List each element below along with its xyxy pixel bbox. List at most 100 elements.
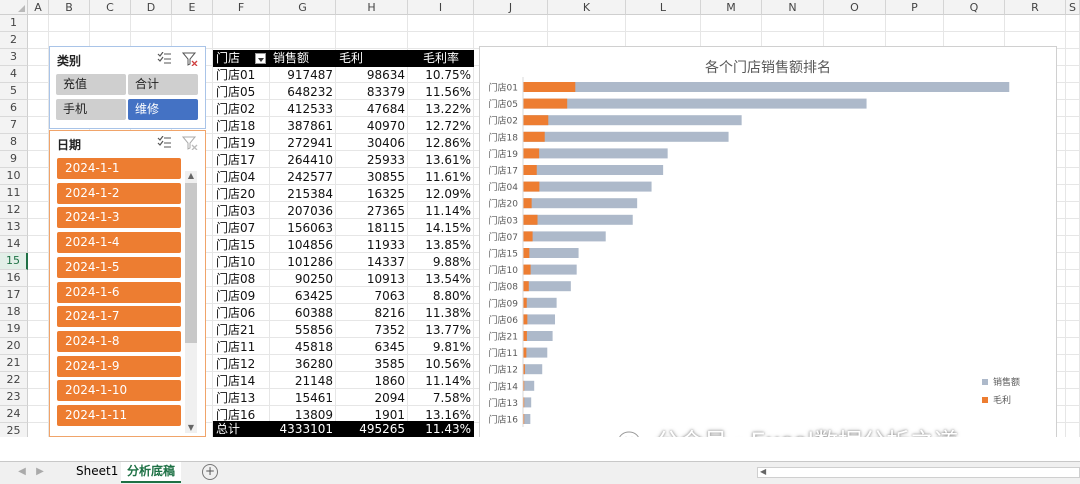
row-header-13[interactable]: 13 (0, 219, 28, 236)
pivot-cell-sales[interactable]: 272941 (270, 135, 336, 152)
pivot-cell-sales[interactable]: 648232 (270, 84, 336, 101)
row-header-24[interactable]: 24 (0, 406, 28, 423)
date-item-3[interactable]: 2024-1-4 (57, 232, 181, 253)
pivot-cell-sales[interactable]: 45818 (270, 339, 336, 356)
row-header-5[interactable]: 5 (0, 83, 28, 100)
scroll-down-icon[interactable]: ▼ (185, 423, 197, 433)
row-header-23[interactable]: 23 (0, 389, 28, 406)
pivot-cell-profit[interactable]: 98634 (336, 67, 408, 84)
column-header-g[interactable]: G (270, 0, 336, 15)
pivot-cell-sales[interactable]: 215384 (270, 186, 336, 203)
worksheet[interactable]: ABCDEFGHIJKLMNOPQRS 12345678910111213141… (0, 0, 1080, 437)
row-header-8[interactable]: 8 (0, 134, 28, 151)
pivot-cell-sales[interactable]: 101286 (270, 254, 336, 271)
pivot-cell-store[interactable]: 门店17 (213, 152, 270, 169)
pivot-cell-store[interactable]: 门店04 (213, 169, 270, 186)
date-item-4[interactable]: 2024-1-5 (57, 257, 181, 278)
row-header-14[interactable]: 14 (0, 236, 28, 253)
pivot-cell-sales[interactable]: 63425 (270, 288, 336, 305)
pivot-total-label[interactable]: 总计 (213, 421, 270, 437)
next-sheet-icon[interactable]: ▶ (34, 466, 46, 478)
pivot-cell-store[interactable]: 门店02 (213, 101, 270, 118)
date-item-10[interactable]: 2024-1-11 (57, 405, 181, 426)
pivot-cell-sales[interactable]: 36280 (270, 356, 336, 373)
multi-select-icon[interactable] (157, 52, 171, 67)
row-header-15[interactable]: 15 (0, 253, 28, 270)
pivot-cell-margin[interactable]: 8.80% (408, 288, 474, 305)
sales-ranking-chart[interactable]: 各个门店销售额排名门店01门店05门店02门店18门店19门店17门店04门店2… (479, 46, 1057, 437)
pivot-cell-margin[interactable]: 10.56% (408, 356, 474, 373)
row-header-1[interactable]: 1 (0, 15, 28, 32)
category-item-0[interactable]: 充值 (56, 74, 126, 95)
date-item-5[interactable]: 2024-1-6 (57, 282, 181, 303)
pivot-cell-profit[interactable]: 7352 (336, 322, 408, 339)
row-header-18[interactable]: 18 (0, 304, 28, 321)
sheet-tab-1[interactable]: 分析底稿 (121, 462, 181, 483)
pivot-cell-store[interactable]: 门店01 (213, 67, 270, 84)
row-header-6[interactable]: 6 (0, 100, 28, 117)
pivot-cell-store[interactable]: 门店19 (213, 135, 270, 152)
pivot-cell-profit[interactable]: 27365 (336, 203, 408, 220)
clear-filter-icon[interactable] (182, 135, 198, 149)
scroll-up-icon[interactable]: ▲ (185, 171, 197, 181)
row-header-7[interactable]: 7 (0, 117, 28, 134)
pivot-cell-margin[interactable]: 13.22% (408, 101, 474, 118)
pivot-header-store[interactable]: 门店 (213, 50, 270, 67)
pivot-cell-sales[interactable]: 90250 (270, 271, 336, 288)
pivot-cell-profit[interactable]: 3585 (336, 356, 408, 373)
pivot-cell-store[interactable]: 门店08 (213, 271, 270, 288)
pivot-cell-store[interactable]: 门店13 (213, 390, 270, 407)
row-header-4[interactable]: 4 (0, 66, 28, 83)
pivot-cell-profit[interactable]: 11933 (336, 237, 408, 254)
pivot-cell-store[interactable]: 门店05 (213, 84, 270, 101)
date-item-9[interactable]: 2024-1-10 (57, 380, 181, 401)
date-item-2[interactable]: 2024-1-3 (57, 207, 181, 228)
pivot-cell-sales[interactable]: 15461 (270, 390, 336, 407)
row-header-3[interactable]: 3 (0, 49, 28, 66)
column-header-d[interactable]: D (131, 0, 172, 15)
row-header-12[interactable]: 12 (0, 202, 28, 219)
row-header-9[interactable]: 9 (0, 151, 28, 168)
pivot-cell-sales[interactable]: 156063 (270, 220, 336, 237)
pivot-cell-margin[interactable]: 11.14% (408, 203, 474, 220)
pivot-cell-store[interactable]: 门店06 (213, 305, 270, 322)
pivot-cell-profit[interactable]: 8216 (336, 305, 408, 322)
pivot-cell-sales[interactable]: 21148 (270, 373, 336, 390)
clear-filter-icon[interactable] (182, 51, 198, 65)
pivot-cell-profit[interactable]: 25933 (336, 152, 408, 169)
row-header-11[interactable]: 11 (0, 185, 28, 202)
pivot-cell-profit[interactable]: 6345 (336, 339, 408, 356)
pivot-cell-margin[interactable]: 7.58% (408, 390, 474, 407)
pivot-cell-profit[interactable]: 40970 (336, 118, 408, 135)
pivot-cell-store[interactable]: 门店09 (213, 288, 270, 305)
pivot-cell-margin[interactable]: 13.54% (408, 271, 474, 288)
multi-select-icon[interactable] (157, 136, 171, 151)
column-header-o[interactable]: O (824, 0, 886, 15)
column-header-e[interactable]: E (172, 0, 213, 15)
pivot-cell-margin[interactable]: 12.86% (408, 135, 474, 152)
pivot-cell-margin[interactable]: 9.88% (408, 254, 474, 271)
pivot-cell-margin[interactable]: 13.61% (408, 152, 474, 169)
row-header-21[interactable]: 21 (0, 355, 28, 372)
pivot-cell-sales[interactable]: 104856 (270, 237, 336, 254)
pivot-cell-margin[interactable]: 11.38% (408, 305, 474, 322)
pivot-cell-sales[interactable]: 242577 (270, 169, 336, 186)
column-header-l[interactable]: L (626, 0, 701, 15)
pivot-cell-margin[interactable]: 14.15% (408, 220, 474, 237)
column-header-p[interactable]: P (886, 0, 944, 15)
date-item-0[interactable]: 2024-1-1 (57, 158, 181, 179)
pivot-cell-sales[interactable]: 917487 (270, 67, 336, 84)
pivot-cell-store[interactable]: 门店20 (213, 186, 270, 203)
pivot-cell-profit[interactable]: 16325 (336, 186, 408, 203)
pivot-cell-margin[interactable]: 13.85% (408, 237, 474, 254)
pivot-cell-sales[interactable]: 60388 (270, 305, 336, 322)
pivot-cell-margin[interactable]: 12.72% (408, 118, 474, 135)
date-item-1[interactable]: 2024-1-2 (57, 183, 181, 204)
pivot-cell-sales[interactable]: 207036 (270, 203, 336, 220)
row-header-20[interactable]: 20 (0, 338, 28, 355)
slicer-scroll-thumb[interactable] (185, 183, 197, 343)
category-item-1[interactable]: 合计 (128, 74, 198, 95)
sheet-tab-0[interactable]: Sheet1 (70, 462, 124, 481)
pivot-cell-sales[interactable]: 412533 (270, 101, 336, 118)
column-header-s[interactable]: S (1066, 0, 1080, 15)
